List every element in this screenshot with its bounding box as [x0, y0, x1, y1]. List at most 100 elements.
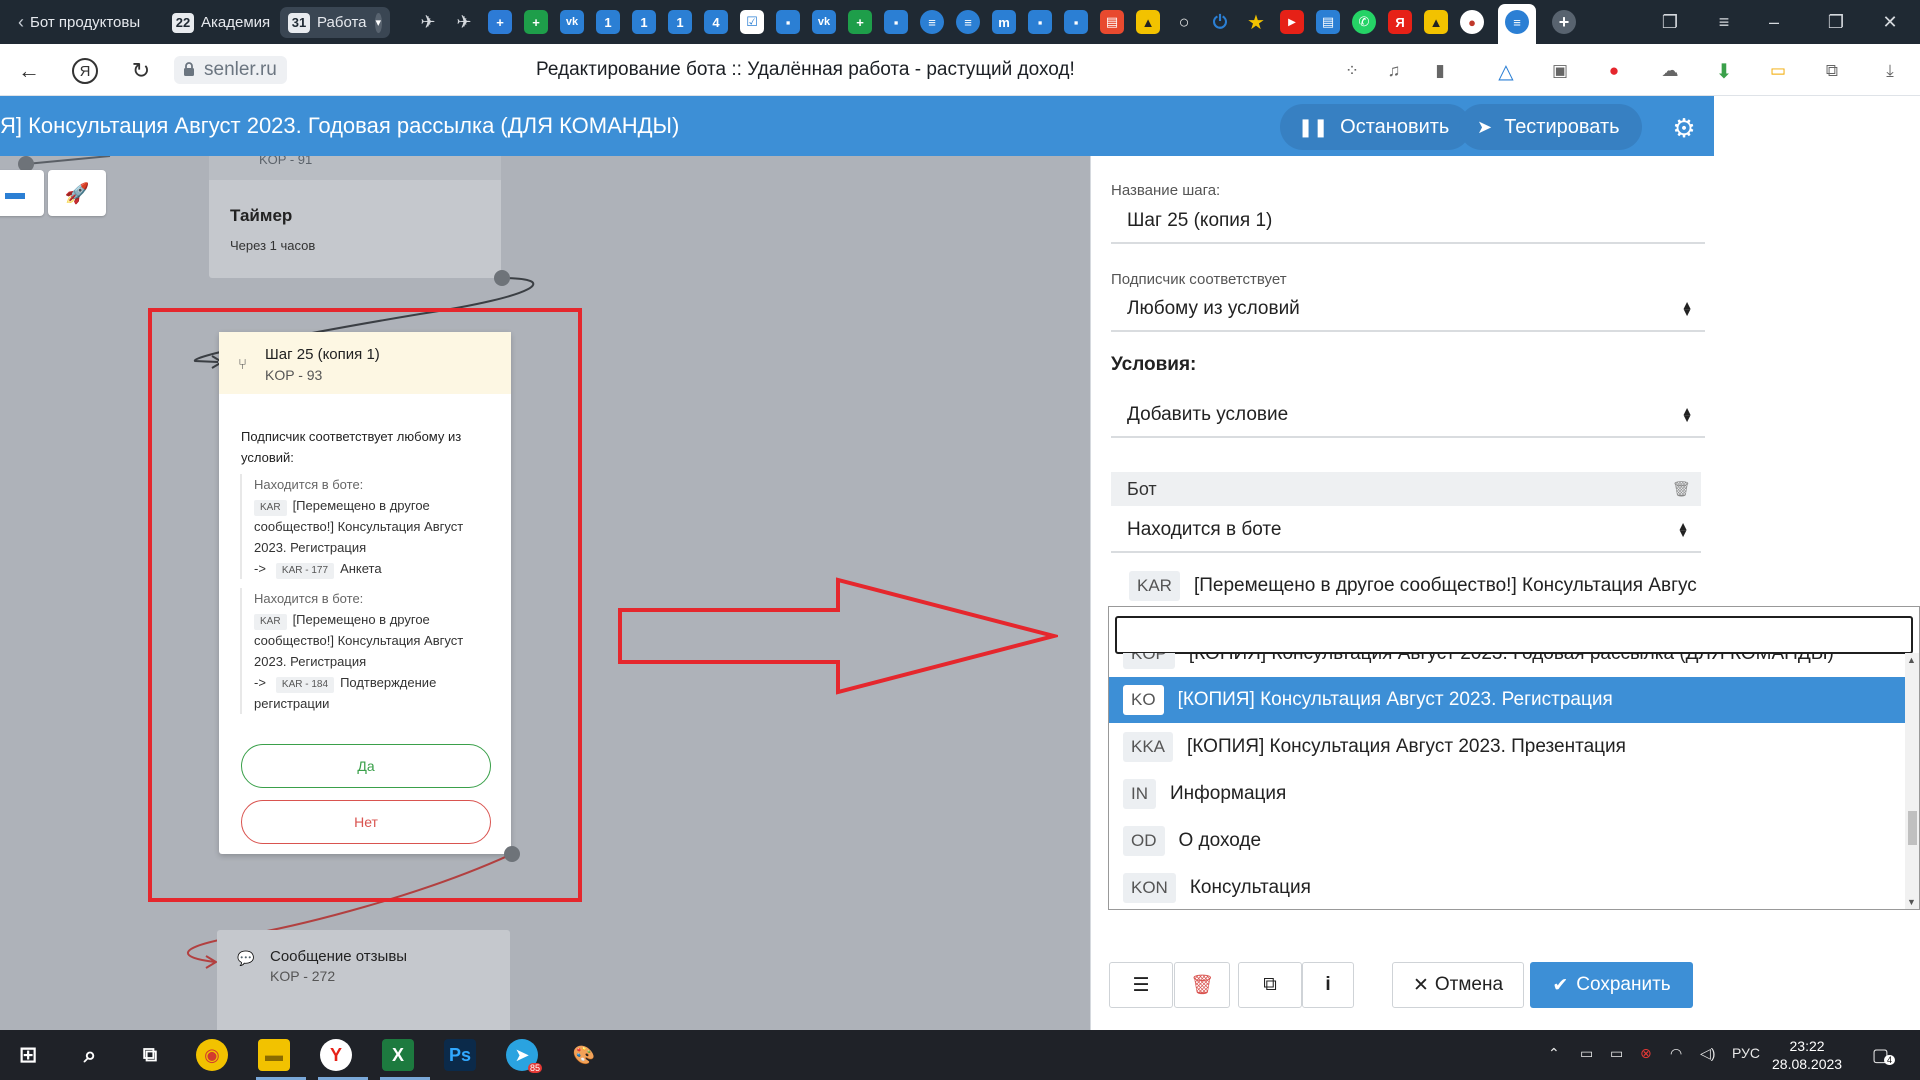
- notifications-icon[interactable]: ▢ 4: [1872, 1045, 1896, 1066]
- circle-icon[interactable]: ○: [1172, 10, 1196, 34]
- menu-button[interactable]: ☰: [1109, 962, 1173, 1008]
- power-icon[interactable]: ⏻: [1208, 10, 1232, 34]
- dropdown-option-active[interactable]: KO [КОПИЯ] Консультация Август 2023. Рег…: [1109, 677, 1905, 723]
- tray-chevron-icon[interactable]: ⌃: [1548, 1045, 1560, 1062]
- timer-node[interactable]: KOP - 91 Таймер Через 1 часов: [209, 156, 501, 278]
- new-tab-icon[interactable]: +: [1552, 10, 1576, 34]
- connector-dot[interactable]: [494, 270, 510, 286]
- photoshop-icon[interactable]: Ps: [444, 1039, 476, 1071]
- reload-icon[interactable]: ↻: [128, 58, 154, 84]
- pinned-tab-1[interactable]: 1: [596, 10, 620, 34]
- whatsapp-icon[interactable]: ✆: [1352, 10, 1376, 34]
- search-icon[interactable]: ⌕: [74, 1039, 106, 1071]
- explorer-icon[interactable]: ▬: [258, 1039, 290, 1071]
- vk-icon[interactable]: vk: [812, 10, 836, 34]
- scroll-up-icon[interactable]: ▲: [1907, 655, 1916, 665]
- selected-bot[interactable]: KAR [Перемещено в другое сообщество!] Ко…: [1129, 564, 1729, 608]
- dropdown-scrollbar[interactable]: ▲ ▼: [1905, 653, 1919, 909]
- yandex-icon[interactable]: Я: [72, 58, 98, 84]
- match-select[interactable]: Любому из условий ▲ ▼: [1111, 288, 1705, 332]
- dropdown-option[interactable]: IN Информация: [1109, 771, 1905, 817]
- youtube-icon[interactable]: ▶: [1280, 10, 1304, 34]
- gear-icon[interactable]: ⚙: [1668, 112, 1700, 144]
- flag-icon[interactable]: ●: [1460, 10, 1484, 34]
- scroll-down-icon[interactable]: ▼: [1907, 897, 1916, 907]
- plane-icon[interactable]: ✈: [452, 10, 476, 34]
- chat-icon[interactable]: ▬: [0, 170, 44, 216]
- add-condition-select[interactable]: Добавить условие ▲ ▼: [1111, 394, 1705, 438]
- dropdown-option[interactable]: KKA [КОПИЯ] Консультация Август 2023. Пр…: [1109, 724, 1905, 770]
- wifi-icon[interactable]: ◠: [1670, 1045, 1682, 1062]
- delete-button[interactable]: 🗑: [1174, 962, 1230, 1008]
- chrome-icon[interactable]: ◉: [196, 1039, 228, 1071]
- plane-icon[interactable]: ✈: [416, 10, 440, 34]
- image-icon[interactable]: ▲: [1136, 10, 1160, 34]
- task-view-icon[interactable]: ⧉: [134, 1039, 166, 1071]
- checklist-icon[interactable]: ☑: [740, 10, 764, 34]
- senler-icon[interactable]: ≡: [1505, 10, 1529, 34]
- chevron-down-icon[interactable]: ▾: [374, 12, 382, 33]
- m-icon[interactable]: m: [992, 10, 1016, 34]
- plus-square-icon[interactable]: +: [488, 10, 512, 34]
- tab-work[interactable]: 31 Работа ▾: [280, 7, 390, 38]
- test-button[interactable]: ➤ Тестировать: [1459, 104, 1642, 150]
- tabs-icon[interactable]: ❐: [1656, 8, 1684, 36]
- in-bot-select[interactable]: Находится в боте ▲ ▼: [1111, 509, 1701, 553]
- sheets-icon[interactable]: +: [524, 10, 548, 34]
- chat-icon[interactable]: ▪: [776, 10, 800, 34]
- triangle-icon[interactable]: △: [1494, 59, 1518, 83]
- dropdown-option[interactable]: KOP [КОПИЯ] Консультация Август 2023. Го…: [1109, 653, 1905, 677]
- document-icon[interactable]: ▤: [1316, 10, 1340, 34]
- chat-icon[interactable]: ▪: [1064, 10, 1088, 34]
- language-indicator[interactable]: РУС: [1732, 1045, 1760, 1061]
- tab-bot-products[interactable]: ‹ Бот продуктовы: [10, 7, 162, 38]
- save-button[interactable]: ✔ Сохранить: [1530, 962, 1693, 1008]
- apps-icon[interactable]: ⁘: [1340, 59, 1364, 83]
- trash-icon[interactable]: 🗑: [1672, 480, 1691, 498]
- scrollbar-thumb[interactable]: [1908, 811, 1917, 845]
- dropdown-option[interactable]: KON Консультация: [1109, 865, 1905, 909]
- pinned-tab-4[interactable]: 4: [704, 10, 728, 34]
- info-button[interactable]: i: [1302, 962, 1354, 1008]
- battery-icon[interactable]: ▭: [1766, 59, 1790, 83]
- back-icon[interactable]: ←: [16, 58, 42, 84]
- download-arrow-icon[interactable]: ⬇: [1712, 59, 1736, 83]
- step-name-input[interactable]: Шаг 25 (копия 1): [1111, 200, 1705, 244]
- paint-icon[interactable]: 🎨: [568, 1039, 600, 1071]
- flow-canvas[interactable]: ▬ 🚀 KOP - 91 Таймер Через 1 часов ⑂ Шаг …: [0, 156, 1090, 1030]
- yandex-browser-icon[interactable]: Y: [320, 1039, 352, 1071]
- battery-icon[interactable]: ▭: [1610, 1045, 1623, 1062]
- copy-button[interactable]: ⧉: [1238, 962, 1302, 1008]
- volume-icon[interactable]: ◁): [1700, 1045, 1715, 1062]
- chat-icon[interactable]: ▪: [884, 10, 908, 34]
- pinned-tab-2[interactable]: 1: [632, 10, 656, 34]
- sheets-icon[interactable]: +: [848, 10, 872, 34]
- downloads-icon[interactable]: ⤓: [1878, 59, 1902, 83]
- record-icon[interactable]: ●: [1602, 59, 1626, 83]
- menu-icon[interactable]: ≡: [1710, 8, 1738, 36]
- minimize-icon[interactable]: –: [1760, 8, 1788, 36]
- gallery-icon[interactable]: ▣: [1548, 59, 1572, 83]
- restore-icon[interactable]: ❐: [1822, 8, 1850, 36]
- windows-start-icon[interactable]: ⊞: [12, 1039, 44, 1071]
- rocket-icon[interactable]: 🚀: [48, 170, 106, 216]
- globe-icon[interactable]: ≡: [920, 10, 944, 34]
- close-window-icon[interactable]: ✕: [1876, 8, 1904, 36]
- message-node[interactable]: 💬 Сообщение отзывы KOP - 272: [217, 930, 510, 1030]
- camera-icon[interactable]: ▭: [1580, 1045, 1593, 1062]
- dropdown-search-input[interactable]: [1115, 616, 1913, 654]
- extension-icon[interactable]: ⧉: [1820, 59, 1844, 83]
- pinned-tab-3[interactable]: 1: [668, 10, 692, 34]
- headphones-icon[interactable]: ♫: [1382, 59, 1406, 83]
- news-icon[interactable]: ▤: [1100, 10, 1124, 34]
- vk-icon[interactable]: vk: [560, 10, 584, 34]
- dropdown-option[interactable]: OD О доходе: [1109, 818, 1905, 864]
- globe-icon[interactable]: ≡: [956, 10, 980, 34]
- image-icon[interactable]: ▲: [1424, 10, 1448, 34]
- chat-icon[interactable]: ▪: [1028, 10, 1052, 34]
- tab-academy[interactable]: 22 Академия: [164, 7, 278, 38]
- bookmark-icon[interactable]: ▮: [1428, 59, 1452, 83]
- cancel-button[interactable]: ✕ Отмена: [1392, 962, 1524, 1008]
- url-field[interactable]: senler.ru: [174, 56, 287, 84]
- yandex-icon[interactable]: Я: [1388, 10, 1412, 34]
